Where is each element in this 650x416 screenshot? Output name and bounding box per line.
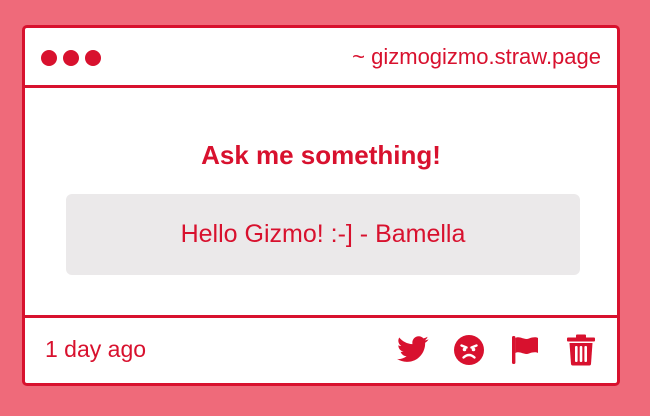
question-content: Ask me something! Hello Gizmo! :-] - Bam…: [25, 88, 617, 318]
report-button[interactable]: [507, 332, 543, 368]
question-card: ~ gizmogizmo.straw.page Ask me something…: [22, 25, 620, 386]
message-box: Hello Gizmo! :-] - Bamella: [66, 194, 580, 275]
delete-button[interactable]: [563, 332, 599, 368]
twitter-button[interactable]: [395, 332, 431, 368]
page-url[interactable]: ~ gizmogizmo.straw.page: [352, 44, 601, 70]
question-prompt: Ask me something!: [201, 140, 441, 170]
window-dot-1: [41, 50, 57, 66]
window-dot-3: [85, 50, 101, 66]
window-dot-2: [63, 50, 79, 66]
action-bar: [395, 332, 599, 368]
window-titlebar: ~ gizmogizmo.straw.page: [25, 28, 617, 88]
trash-icon: [566, 334, 596, 366]
twitter-icon: [397, 336, 429, 364]
message-text: Hello Gizmo! :-] - Bamella: [180, 220, 466, 248]
react-button[interactable]: [451, 332, 487, 368]
window-controls: [41, 50, 101, 66]
angry-face-icon: [453, 334, 485, 366]
timestamp: 1 day ago: [45, 336, 147, 362]
flag-icon: [509, 334, 541, 366]
card-footer: 1 day ago: [25, 315, 617, 383]
